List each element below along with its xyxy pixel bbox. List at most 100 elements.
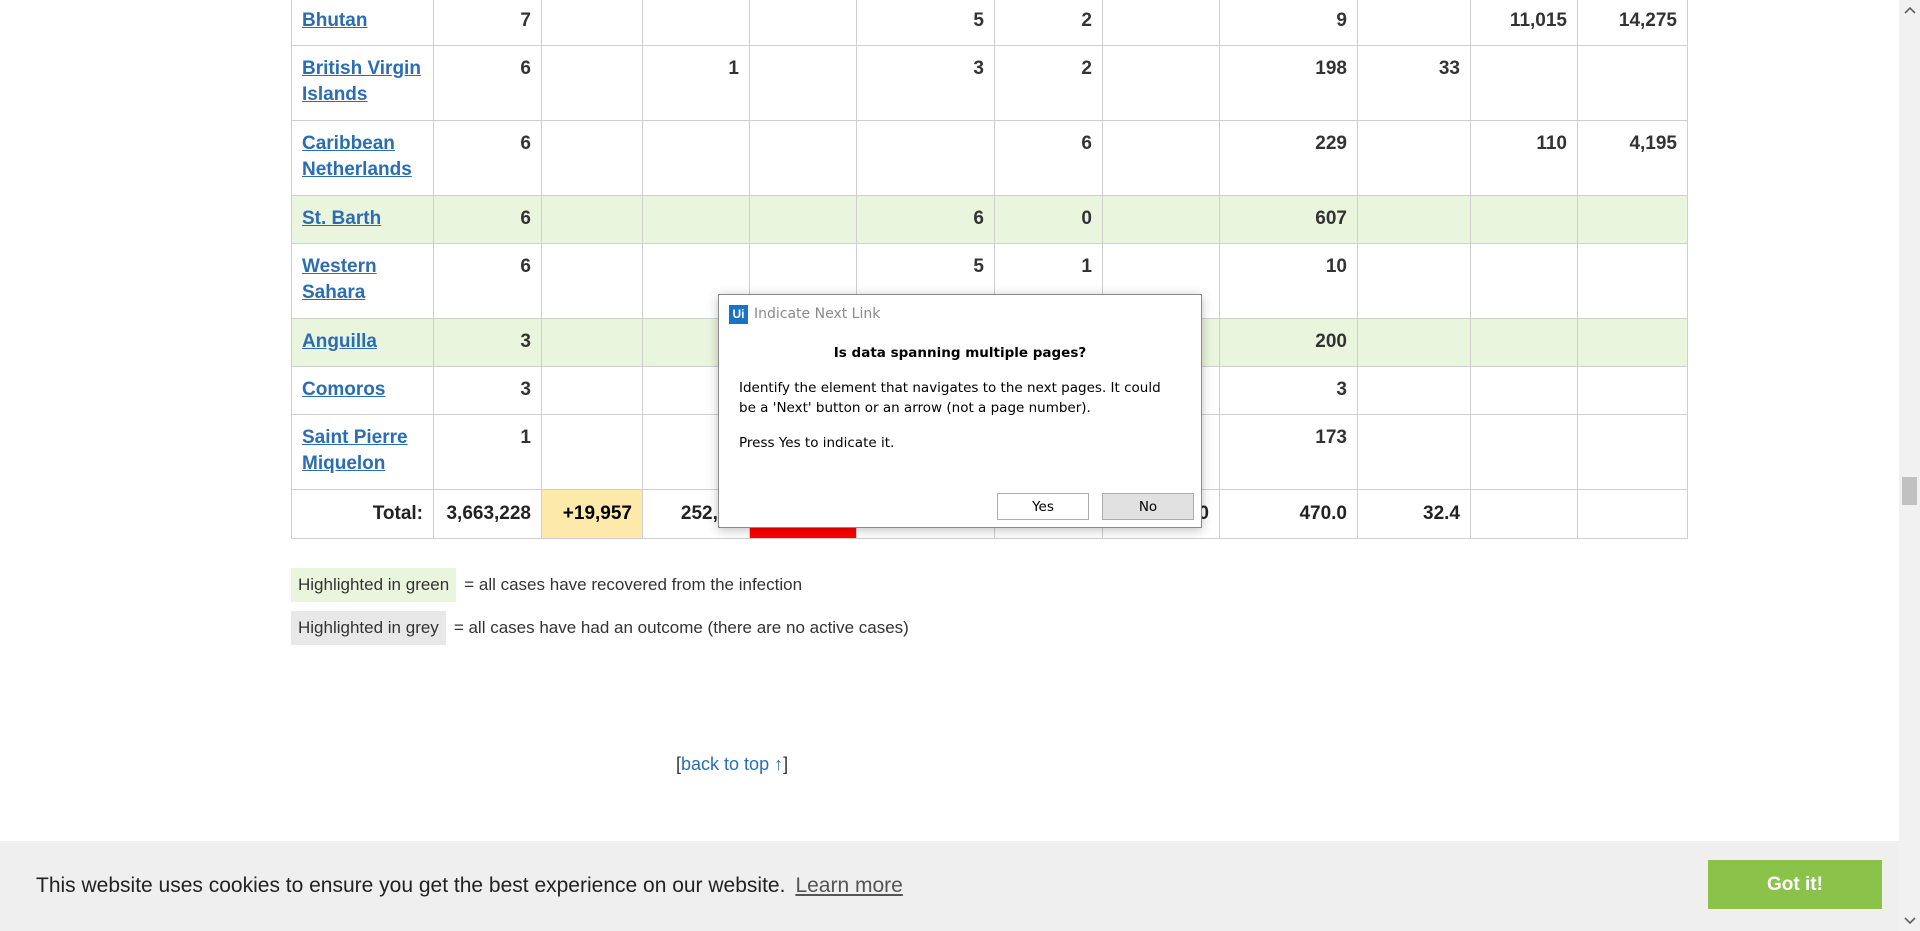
country-link[interactable]: Caribbean Netherlands [302, 133, 412, 180]
table-cell: 5 [856, 0, 995, 46]
scroll-down-icon[interactable] [1899, 911, 1920, 931]
dialog-title: Indicate Next Link [754, 306, 881, 322]
table-cell: 33 [1357, 45, 1471, 121]
legend-green: Highlighted in green = all cases have re… [291, 568, 802, 602]
indicate-next-link-dialog: Ui Indicate Next Link Is data spanning m… [718, 294, 1202, 528]
table-cell: 110 [1470, 120, 1578, 196]
table-cell: 3 [856, 45, 995, 121]
table-cell: 6 [994, 120, 1103, 196]
table-cell: 0 [994, 195, 1103, 244]
country-link[interactable]: British Virgin Islands [302, 58, 421, 105]
country-link[interactable]: Bhutan [302, 10, 367, 31]
table-cell: 200 [1219, 318, 1358, 367]
table-cell: 229 [1219, 120, 1358, 196]
country-cell: Comoros [291, 366, 434, 415]
table-cell [1470, 195, 1578, 244]
table-cell [1357, 366, 1471, 415]
country-cell: Saint Pierre Miquelon [291, 414, 434, 490]
table-cell [1102, 120, 1220, 196]
table-cell [1357, 0, 1471, 46]
dialog-instruction: Press Yes to indicate it. [739, 435, 895, 451]
table-cell: 3 [433, 318, 542, 367]
country-link[interactable]: Saint Pierre Miquelon [302, 427, 408, 474]
country-link[interactable]: Anguilla [302, 331, 377, 352]
table-cell [1357, 414, 1471, 490]
dialog-message: Identify the element that navigates to t… [739, 380, 1161, 416]
table-cell: 7 [433, 0, 542, 46]
table-cell [1577, 318, 1688, 367]
country-link[interactable]: Western Sahara [302, 256, 377, 303]
got-it-button[interactable]: Got it! [1708, 860, 1882, 909]
legend-grey: Highlighted in grey = all cases have had… [291, 611, 909, 645]
table-cell: 4,195 [1577, 120, 1688, 196]
total-tests-per-1m [1577, 489, 1688, 539]
country-cell: British Virgin Islands [291, 45, 434, 121]
table-cell [1577, 195, 1688, 244]
vertical-scrollbar[interactable] [1899, 0, 1920, 931]
table-cell: 6 [433, 243, 542, 319]
legend-grey-swatch: Highlighted in grey [291, 611, 446, 645]
total-new-cases: +19,957 [541, 489, 643, 539]
table-cell [1470, 45, 1578, 121]
dialog-titlebar: Ui Indicate Next Link [719, 295, 1201, 333]
country-cell: St. Barth [291, 195, 434, 244]
table-cell [541, 45, 643, 121]
table-cell [1577, 243, 1688, 319]
total-label: Total: [291, 489, 434, 539]
table-cell [749, 45, 857, 121]
table-cell: 607 [1219, 195, 1358, 244]
table-cell [1470, 243, 1578, 319]
yes-button[interactable]: Yes [997, 493, 1089, 520]
table-cell: 10 [1219, 243, 1358, 319]
cookie-consent-bar: This website uses cookies to ensure you … [0, 841, 1899, 931]
table-cell [541, 414, 643, 490]
table-cell [749, 120, 857, 196]
table-cell [1470, 366, 1578, 415]
scroll-thumb[interactable] [1902, 477, 1917, 505]
table-row: Caribbean Netherlands 6 6 229 110 4,195 [291, 120, 1688, 196]
table-cell: 1 [433, 414, 542, 490]
legend-green-swatch: Highlighted in green [291, 568, 457, 602]
table-cell [541, 120, 643, 196]
table-row: St. Barth 6 6 0 607 [291, 195, 1688, 244]
bracket-close: ] [783, 754, 789, 774]
table-row: Bhutan 7 5 2 9 11,015 14,275 [291, 0, 1688, 46]
country-link[interactable]: Comoros [302, 379, 385, 400]
legend-green-text: = all cases have recovered from the infe… [464, 575, 803, 594]
table-cell [1357, 243, 1471, 319]
learn-more-link[interactable]: Learn more [795, 874, 902, 898]
cookie-text: This website uses cookies to ensure you … [36, 874, 786, 897]
table-cell [1470, 318, 1578, 367]
country-link[interactable]: St. Barth [302, 208, 381, 229]
back-to-top-link[interactable]: back to top ↑ [681, 754, 783, 774]
table-cell: 2 [994, 45, 1103, 121]
table-cell: 14,275 [1577, 0, 1688, 46]
country-cell: Bhutan [291, 0, 434, 46]
table-cell [541, 243, 643, 319]
table-cell: 6 [856, 195, 995, 244]
table-cell [642, 195, 750, 244]
table-cell: 6 [433, 195, 542, 244]
table-cell: 1 [642, 45, 750, 121]
total-cases-per-1m: 470.0 [1219, 489, 1358, 539]
country-cell: Anguilla [291, 318, 434, 367]
table-cell: 198 [1219, 45, 1358, 121]
no-button[interactable]: No [1102, 493, 1194, 520]
table-cell [1577, 414, 1688, 490]
table-cell: 6 [433, 45, 542, 121]
table-cell [1357, 195, 1471, 244]
table-cell [1470, 414, 1578, 490]
table-cell [1102, 195, 1220, 244]
scroll-up-icon[interactable] [1899, 0, 1920, 20]
country-cell: Western Sahara [291, 243, 434, 319]
dialog-buttons: Yes No [997, 493, 1194, 520]
table-cell: 6 [433, 120, 542, 196]
table-cell [642, 0, 750, 46]
table-cell [1577, 45, 1688, 121]
table-cell [1357, 120, 1471, 196]
table-cell [856, 120, 995, 196]
total-tests [1470, 489, 1578, 539]
table-cell [541, 366, 643, 415]
table-cell: 173 [1219, 414, 1358, 490]
table-cell [541, 318, 643, 367]
